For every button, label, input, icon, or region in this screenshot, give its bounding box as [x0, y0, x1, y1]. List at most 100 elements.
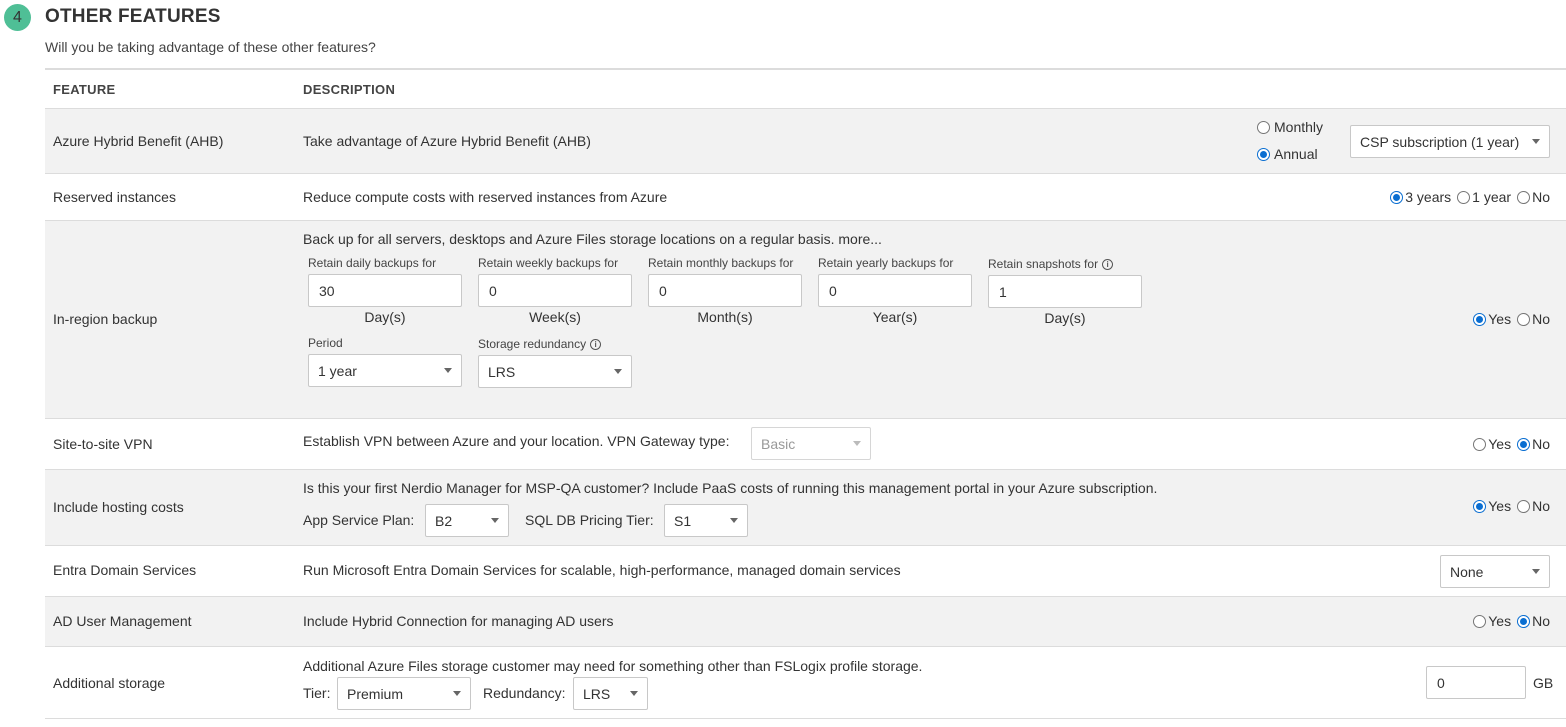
- radio-yes[interactable]: Yes: [1473, 436, 1511, 452]
- radio-circle[interactable]: [1457, 190, 1471, 204]
- feature-description: Run Microsoft Entra Domain Services for …: [303, 562, 901, 578]
- radio-no[interactable]: No: [1517, 498, 1550, 514]
- hosting-radio-group: Yes No: [1467, 498, 1550, 514]
- snapshots-label-wrap: Retain snapshots for i: [988, 257, 1114, 271]
- header-description: DESCRIPTION: [303, 82, 396, 97]
- storage-redundancy-select[interactable]: LRS: [478, 355, 632, 388]
- subscription-select[interactable]: CSP subscription (1 year): [1350, 125, 1550, 158]
- radio-annual[interactable]: Annual: [1257, 146, 1318, 162]
- sql-tier-label: SQL DB Pricing Tier:: [525, 512, 654, 528]
- radio-annual-label: Annual: [1274, 146, 1318, 162]
- radio-circle[interactable]: [1473, 499, 1487, 513]
- storage-redundancy-label-wrap: Storage redundancy i: [478, 337, 602, 351]
- radio-no[interactable]: No: [1517, 311, 1550, 327]
- app-service-plan-label: App Service Plan:: [303, 512, 415, 528]
- row-entra-domain-services: Entra Domain Services Run Microsoft Entr…: [45, 546, 1566, 597]
- period-label: Period: [308, 336, 343, 350]
- yearly-backup-label: Retain yearly backups for: [818, 256, 954, 270]
- radio-circle[interactable]: [1390, 190, 1404, 204]
- radio-label: Yes: [1488, 613, 1512, 629]
- radio-yes[interactable]: Yes: [1473, 613, 1511, 629]
- row-ad-user-management: AD User Management Include Hybrid Connec…: [45, 597, 1566, 647]
- weekly-backup-label: Retain weekly backups for: [478, 256, 619, 270]
- redundancy-label: Redundancy:: [483, 685, 566, 701]
- entra-select-value: None: [1450, 563, 1484, 580]
- snapshots-input[interactable]: 1: [988, 275, 1142, 308]
- radio-circle[interactable]: [1473, 437, 1487, 451]
- storage-redundancy-select[interactable]: LRS: [573, 677, 648, 710]
- radio-circle[interactable]: [1517, 312, 1531, 326]
- yearly-backup-input[interactable]: 0: [818, 274, 972, 307]
- radio-monthly-label: Monthly: [1274, 119, 1324, 135]
- radio-circle[interactable]: [1517, 437, 1531, 451]
- period-select[interactable]: 1 year: [308, 354, 462, 387]
- feature-description: Back up for all servers, desktops and Az…: [303, 231, 882, 247]
- feature-name: Additional storage: [53, 675, 166, 691]
- row-azure-hybrid-benefit: Azure Hybrid Benefit (AHB) Take advantag…: [45, 109, 1566, 174]
- row-site-to-site-vpn: Site-to-site VPN Establish VPN between A…: [45, 419, 1566, 470]
- feature-description: Take advantage of Azure Hybrid Benefit (…: [303, 133, 591, 149]
- header-feature: FEATURE: [53, 82, 116, 97]
- vpn-gateway-select[interactable]: Basic: [751, 427, 871, 460]
- feature-name: Include hosting costs: [53, 499, 184, 515]
- radio-no[interactable]: No: [1517, 436, 1550, 452]
- feature-description: Is this your first Nerdio Manager for MS…: [303, 480, 1158, 496]
- radio-circle[interactable]: [1517, 190, 1531, 204]
- info-icon[interactable]: i: [1102, 259, 1114, 271]
- sql-tier-select[interactable]: S1: [664, 504, 748, 537]
- radio-yes[interactable]: Yes: [1473, 311, 1511, 327]
- radio-no[interactable]: No: [1517, 189, 1550, 205]
- chevron-down-icon: [853, 441, 861, 446]
- radio-circle[interactable]: [1473, 312, 1487, 326]
- info-icon[interactable]: i: [590, 339, 602, 351]
- radio-label: No: [1532, 189, 1550, 205]
- feature-name: Entra Domain Services: [53, 562, 197, 578]
- storage-tier-select[interactable]: Premium: [337, 677, 471, 710]
- storage-unit-label: GB: [1533, 675, 1554, 691]
- chevron-down-icon: [730, 518, 738, 523]
- weekly-backup-unit: Week(s): [529, 309, 581, 325]
- chevron-down-icon: [614, 369, 622, 374]
- feature-name: Azure Hybrid Benefit (AHB): [53, 133, 224, 149]
- backup-radio-group: Yes No: [1467, 311, 1550, 327]
- radio-monthly[interactable]: Monthly: [1257, 119, 1323, 135]
- monthly-backup-label: Retain monthly backups for: [648, 256, 794, 270]
- table-header: FEATURE DESCRIPTION: [45, 70, 1566, 109]
- radio-1-year[interactable]: 1 year: [1457, 189, 1511, 205]
- weekly-backup-input[interactable]: 0: [478, 274, 632, 307]
- app-service-plan-select[interactable]: B2: [425, 504, 509, 537]
- storage-amount-input[interactable]: 0: [1426, 666, 1526, 699]
- row-additional-storage: Additional storage Additional Azure File…: [45, 647, 1566, 719]
- radio-no[interactable]: No: [1517, 613, 1550, 629]
- step-number-badge: 4: [4, 4, 31, 31]
- feature-description: Establish VPN between Azure and your loc…: [303, 433, 730, 449]
- tier-label: Tier:: [303, 685, 331, 701]
- radio-monthly-circle[interactable]: [1257, 120, 1270, 134]
- radio-label: No: [1532, 436, 1550, 452]
- radio-label: 1 year: [1472, 189, 1512, 205]
- radio-label: Yes: [1488, 311, 1512, 327]
- yearly-backup-unit: Year(s): [872, 309, 918, 325]
- feature-name: Site-to-site VPN: [53, 436, 153, 452]
- row-reserved-instances: Reserved instances Reduce compute costs …: [45, 174, 1566, 221]
- chevron-down-icon: [491, 518, 499, 523]
- radio-circle[interactable]: [1473, 614, 1487, 628]
- section-title: OTHER FEATURES: [45, 6, 221, 27]
- daily-backup-input[interactable]: 30: [308, 274, 462, 307]
- feature-name: AD User Management: [53, 613, 192, 629]
- chevron-down-icon: [1532, 139, 1540, 144]
- radio-circle[interactable]: [1517, 499, 1531, 513]
- radio-3-years[interactable]: 3 years: [1390, 189, 1451, 205]
- feature-name: Reserved instances: [53, 189, 176, 205]
- app-service-plan-value: B2: [435, 512, 453, 529]
- radio-annual-circle[interactable]: [1257, 147, 1270, 161]
- chevron-down-icon: [630, 691, 638, 696]
- radio-yes[interactable]: Yes: [1473, 498, 1511, 514]
- snapshots-unit: Day(s): [1044, 310, 1086, 326]
- vpn-gateway-value: Basic: [761, 435, 796, 452]
- radio-circle[interactable]: [1517, 614, 1531, 628]
- radio-label: No: [1532, 613, 1550, 629]
- storage-redundancy-value: LRS: [583, 685, 611, 702]
- entra-domain-services-select[interactable]: None: [1440, 555, 1550, 588]
- monthly-backup-input[interactable]: 0: [648, 274, 802, 307]
